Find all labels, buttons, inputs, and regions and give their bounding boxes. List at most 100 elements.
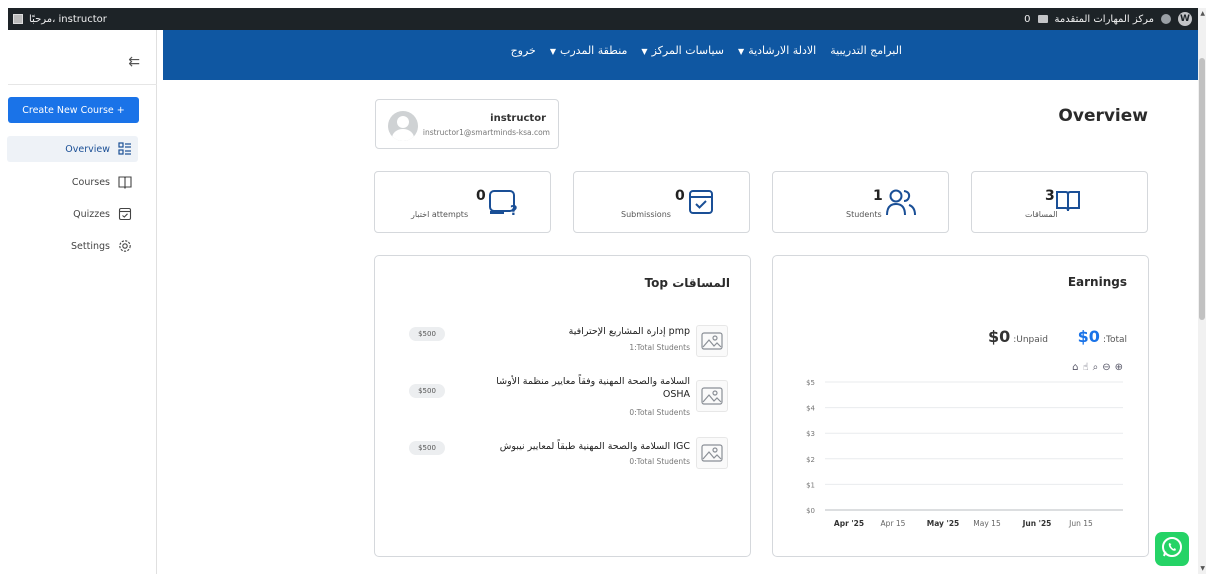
nav-link-label: سياسات المركز (651, 44, 725, 57)
stat-label: اختبار attempts (411, 210, 469, 219)
top-navigation: البرامج التدريبية الادلة الارشادية▼ سياس… (163, 30, 1198, 80)
stat-card-submissions[interactable]: 0 Submissions (573, 171, 750, 233)
course-students: 0:Total Students (629, 457, 690, 466)
sidebar-item-quizzes[interactable]: Quizzes (7, 201, 138, 227)
y-tick-label: $5 (806, 379, 815, 387)
book-icon (118, 175, 132, 189)
earnings-title: Earnings (1067, 275, 1127, 289)
stat-value: 0 (476, 188, 486, 204)
comment-count: 0 (1024, 13, 1031, 25)
sidebar-divider (8, 84, 157, 85)
x-tick-label: Jun 15 (1068, 519, 1093, 528)
sidebar-item-label: Settings (71, 240, 110, 252)
x-tick-label: May '25 (927, 519, 960, 528)
stat-label: Submissions (621, 210, 671, 219)
sidebar-item-overview[interactable]: Overview (7, 136, 138, 162)
course-title[interactable]: السلامة والصحة المهنية وفقاً معايير منظم… (480, 376, 690, 402)
nav-link-policies[interactable]: سياسات المركز▼ (641, 44, 724, 57)
chevron-down-icon: ▼ (549, 47, 557, 56)
zoom-in-icon[interactable]: ⊕ (1115, 362, 1123, 373)
list-item[interactable]: السلامة والصحة المهنية طبقاً لمعايير نيب… (375, 435, 750, 475)
price-badge: $500 (409, 441, 445, 455)
admin-greeting[interactable]: مرحبًا، instructor (13, 8, 107, 30)
price-badge: $500 (409, 384, 445, 398)
stat-value: 3 (1045, 188, 1055, 204)
nav-link-trainer-area[interactable]: منطقة المدرب▼ (550, 44, 628, 57)
submission-icon (688, 189, 714, 219)
book-icon (1055, 189, 1081, 217)
earnings-total: :Total $0 (1078, 327, 1127, 346)
x-tick-label: Apr 15 (881, 519, 906, 528)
profile-name: instructor (490, 113, 546, 124)
sidebar-item-courses[interactable]: Courses (7, 169, 138, 195)
sidebar-item-label: Quizzes (73, 208, 110, 220)
home-icon[interactable]: ⌂ (1072, 362, 1078, 373)
chevron-down-icon: ▼ (738, 47, 745, 56)
nav-link-label: الادلة الارشادية (748, 44, 817, 57)
sidebar-item-label: Courses (71, 176, 110, 188)
zoom-selection-icon[interactable]: ⌕ (1093, 362, 1099, 373)
nav-link-training-programs[interactable]: البرامج التدريبية (830, 44, 902, 57)
avatar (388, 111, 418, 141)
admin-avatar (13, 14, 23, 24)
zoom-out-icon[interactable]: ⊖ (1102, 362, 1110, 373)
unpaid-value: $0 (987, 327, 1011, 346)
stat-value: 0 (675, 188, 685, 204)
profile-email: instructor1@smartminds-ksa.com (422, 128, 550, 137)
overview-icon (118, 142, 132, 156)
image-placeholder-icon (696, 437, 728, 469)
create-course-button[interactable]: Create New Course + (8, 97, 139, 123)
scroll-down-icon[interactable]: ▼ (1200, 565, 1205, 572)
quiz-attempt-icon: ? (488, 189, 520, 221)
site-icon (1161, 14, 1171, 24)
earnings-unpaid: :Unpaid $0 (988, 327, 1048, 346)
x-tick-label: Apr '25 (834, 519, 864, 528)
page-title: Overview (1058, 106, 1148, 126)
top-courses-title: Top المساقات (644, 276, 730, 290)
svg-text:?: ? (510, 204, 518, 217)
image-placeholder-icon (696, 325, 728, 357)
collapse-sidebar-icon[interactable]: ⇇ (128, 54, 140, 70)
sidebar-item-label: Overview (65, 143, 110, 155)
course-title[interactable]: إدارة المشاريع الإحترافية pmp (480, 326, 690, 339)
admin-bar: مرحبًا، instructor W مركز المهارات المتق… (8, 8, 1198, 30)
wordpress-icon[interactable]: W (1178, 12, 1192, 26)
chevron-down-icon: ▼ (641, 47, 648, 56)
price-badge: $500 (409, 327, 445, 341)
y-tick-label: $0 (806, 507, 815, 515)
top-courses-panel: Top المساقات إدارة المشاريع الإحترافية p… (374, 255, 751, 557)
scroll-up-icon[interactable]: ▲ (1200, 10, 1205, 17)
course-students: 0:Total Students (629, 408, 690, 417)
whatsapp-button[interactable] (1155, 532, 1189, 566)
scrollbar-thumb[interactable] (1199, 58, 1205, 320)
comment-icon[interactable] (1037, 15, 1048, 23)
greeting-text: مرحبًا، instructor (29, 13, 107, 25)
sidebar: ⇇ Create New Course + Overview Courses Q… (7, 30, 157, 574)
course-title[interactable]: السلامة والصحة المهنية طبقاً لمعايير نيب… (480, 441, 690, 454)
stat-card-quiz-attempts[interactable]: 0 ? اختبار attempts (374, 171, 551, 233)
sidebar-item-settings[interactable]: Settings (7, 233, 138, 259)
quiz-icon (118, 207, 132, 221)
site-name-link[interactable]: مركز المهارات المتقدمة (1055, 14, 1154, 25)
stat-label: المساقات (1025, 210, 1058, 219)
users-icon (885, 188, 917, 222)
unpaid-label: :Unpaid (1013, 335, 1048, 345)
gear-icon (118, 239, 132, 253)
nav-link-logout[interactable]: خروج (511, 44, 536, 57)
stat-label: Students (846, 210, 882, 219)
y-tick-label: $1 (806, 481, 815, 489)
y-tick-label: $3 (806, 430, 815, 438)
y-tick-label: $4 (806, 405, 815, 413)
stat-card-students[interactable]: 1 Students (772, 171, 949, 233)
list-item[interactable]: السلامة والصحة المهنية وفقاً معايير منظم… (375, 376, 750, 417)
nav-link-guides[interactable]: الادلة الارشادية▼ (738, 44, 816, 57)
page-scrollbar[interactable]: ▲ ▼ (1198, 8, 1206, 574)
total-value: $0 (1077, 327, 1100, 346)
x-tick-label: May 15 (973, 519, 1001, 528)
earnings-chart: $5 $4 $3 $2 $1 $0 Apr '25 Apr 15 May '25 May 15 Ju… (806, 379, 1123, 528)
x-tick-label: Jun '25 (1022, 519, 1052, 528)
course-students: 1:Total Students (629, 343, 690, 352)
stat-card-courses[interactable]: 3 المساقات (971, 171, 1148, 233)
pan-icon[interactable]: ☝ (1083, 362, 1089, 373)
list-item[interactable]: إدارة المشاريع الإحترافية pmp 1:Total St… (375, 323, 750, 363)
